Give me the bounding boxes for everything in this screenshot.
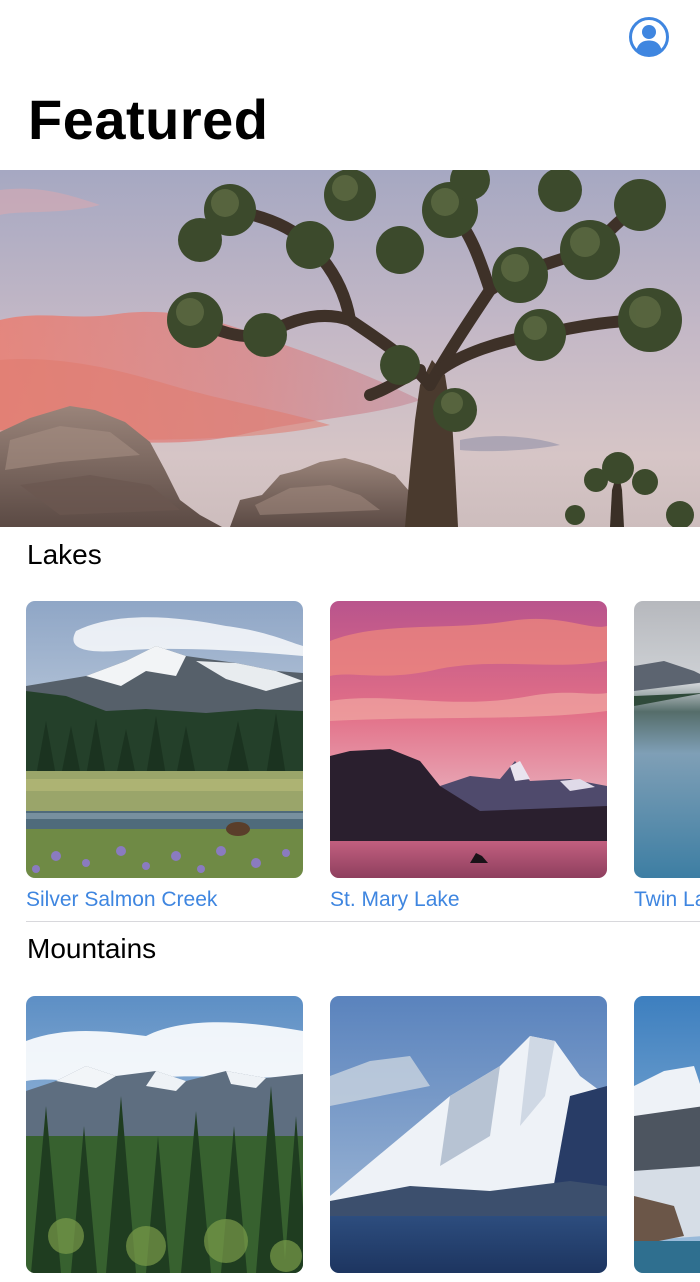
card-image <box>26 996 303 1273</box>
lakes-carousel[interactable]: Silver Salmon Creek St. Mary Lake Twin L <box>0 601 700 921</box>
card-label[interactable]: St. Mary Lake <box>330 888 607 912</box>
card-silver-salmon-creek[interactable]: Silver Salmon Creek <box>26 601 303 912</box>
section-title-lakes: Lakes <box>27 539 102 570</box>
card-mountain-2[interactable] <box>330 996 607 1273</box>
section-title-mountains: Mountains <box>27 933 157 964</box>
section-divider <box>26 921 700 922</box>
card-label[interactable]: Twin Lake <box>634 888 700 912</box>
mountains-carousel[interactable] <box>0 996 700 1282</box>
card-image <box>26 601 303 878</box>
card-image <box>330 996 607 1273</box>
card-st-mary-lake[interactable]: St. Mary Lake <box>330 601 607 912</box>
featured-hero-image[interactable] <box>0 170 700 527</box>
card-image <box>634 996 700 1273</box>
card-mountain-1[interactable] <box>26 996 303 1273</box>
page-title: Featured <box>28 88 269 151</box>
card-mountain-3[interactable] <box>634 996 700 1273</box>
card-image <box>634 601 700 878</box>
featured-screen: Featured Lakes Silver Salmon Creek St. M… <box>0 0 700 1282</box>
profile-button[interactable] <box>628 16 670 58</box>
card-image <box>330 601 607 878</box>
card-label[interactable]: Silver Salmon Creek <box>26 888 303 912</box>
person-circle-icon <box>629 17 669 57</box>
card-twin-lake[interactable]: Twin Lake <box>634 601 700 912</box>
